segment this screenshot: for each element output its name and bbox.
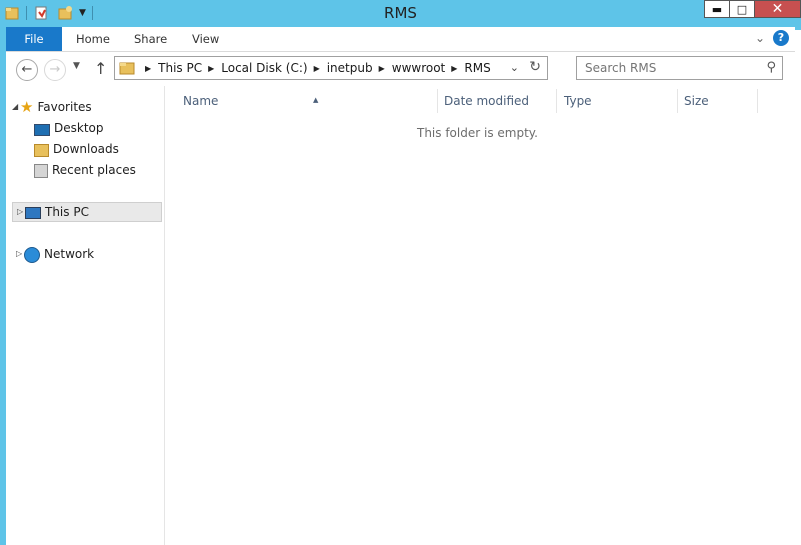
file-list[interactable]: ▲ Name Date modified Type Size This fold… [165, 86, 795, 545]
chevron-right-icon[interactable]: ▶ [379, 64, 385, 73]
column-header-label: Name [183, 94, 219, 108]
breadcrumb-wwwroot[interactable]: wwwroot [392, 61, 446, 75]
tree-item-label: This PC [45, 205, 89, 219]
close-button[interactable]: ✕ [754, 0, 801, 18]
close-icon: ✕ [771, 1, 784, 17]
recent-places-icon [34, 164, 48, 178]
chevron-down-icon[interactable]: ◢ [12, 97, 20, 117]
recent-locations-dropdown[interactable]: ▼ [73, 61, 80, 71]
search-input[interactable] [577, 57, 765, 79]
navigation-bar: ← → ▼ ↑ ▶ This PC ▶ Local Disk (C:) ▶ in… [6, 52, 795, 86]
sort-ascending-icon: ▲ [313, 96, 319, 104]
maximize-button[interactable]: □ [729, 0, 755, 18]
address-bar[interactable]: ▶ This PC ▶ Local Disk (C:) ▶ inetpub ▶ … [114, 56, 548, 80]
column-header-date-modified[interactable]: Date modified [436, 89, 557, 113]
column-header-type[interactable]: Type [556, 89, 678, 113]
downloads-icon [34, 144, 49, 157]
search-icon[interactable]: ⚲ [766, 60, 776, 75]
tree-item-desktop[interactable]: Desktop [34, 118, 104, 138]
tab-file[interactable]: File [6, 27, 62, 51]
column-header-name[interactable]: ▲ Name [175, 89, 438, 113]
tree-item-label: Recent places [52, 163, 136, 177]
tree-item-recent-places[interactable]: Recent places [34, 160, 136, 180]
computer-icon [25, 207, 41, 219]
forward-icon: → [49, 62, 61, 77]
chevron-right-icon[interactable]: ▶ [451, 64, 457, 73]
refresh-icon[interactable]: ↻ [529, 59, 541, 75]
tab-home[interactable]: Home [76, 27, 110, 51]
breadcrumb: ▶ This PC ▶ Local Disk (C:) ▶ inetpub ▶ … [139, 57, 491, 79]
folder-icon [119, 61, 135, 75]
forward-button[interactable]: → [44, 59, 66, 81]
tree-item-label: Favorites [37, 100, 92, 114]
explorer-window: ▼ RMS ▬ □ ✕ File Home Share View ⌄ ? ← →… [0, 0, 801, 545]
chevron-right-icon[interactable]: ▶ [145, 64, 151, 73]
title-bar[interactable]: ▼ RMS ▬ □ ✕ [0, 0, 801, 26]
breadcrumb-this-pc[interactable]: This PC [158, 61, 202, 75]
chevron-right-icon[interactable]: ▷ [16, 244, 24, 264]
breadcrumb-local-disk[interactable]: Local Disk (C:) [221, 61, 307, 75]
ribbon: File Home Share View ⌄ ? [6, 27, 795, 52]
column-header-label: Date modified [444, 94, 530, 108]
search-box[interactable]: ⚲ [576, 56, 783, 80]
tree-item-label: Network [44, 247, 95, 261]
address-dropdown-icon[interactable]: ⌄ [510, 61, 519, 74]
tab-view[interactable]: View [192, 27, 219, 51]
network-icon [24, 246, 40, 263]
back-icon: ← [21, 62, 33, 77]
up-icon[interactable]: ↑ [94, 59, 107, 78]
tree-item-label: Desktop [54, 121, 104, 135]
window-title: RMS [384, 4, 417, 22]
chevron-right-icon[interactable]: ▶ [314, 64, 320, 73]
empty-folder-message: This folder is empty. [417, 126, 538, 140]
desktop-icon [34, 123, 50, 136]
breadcrumb-inetpub[interactable]: inetpub [327, 61, 373, 75]
tree-item-this-pc[interactable]: ▷ This PC [12, 202, 162, 222]
maximize-icon: □ [736, 2, 748, 16]
minimize-icon: ▬ [711, 2, 723, 16]
chevron-right-icon[interactable]: ▷ [17, 202, 25, 222]
expand-ribbon-icon[interactable]: ⌄ [755, 31, 765, 45]
tree-item-downloads[interactable]: Downloads [34, 139, 119, 159]
tree-item-favorites[interactable]: ◢ ★ Favorites [12, 97, 92, 117]
window-edge [795, 30, 801, 545]
column-header-label: Size [684, 94, 709, 108]
minimize-button[interactable]: ▬ [704, 0, 730, 18]
column-header-size[interactable]: Size [676, 89, 758, 113]
chevron-right-icon[interactable]: ▶ [208, 64, 214, 73]
tab-share[interactable]: Share [134, 27, 167, 51]
tree-item-network[interactable]: ▷ Network [16, 244, 94, 264]
column-header-label: Type [564, 94, 592, 108]
tree-item-label: Downloads [53, 142, 119, 156]
breadcrumb-rms[interactable]: RMS [464, 61, 490, 75]
help-icon[interactable]: ? [773, 30, 789, 46]
star-icon: ★ [20, 98, 34, 116]
window-controls: ▬ □ ✕ [704, 0, 801, 18]
navigation-pane: ◢ ★ Favorites Desktop Downloads Recent p… [6, 86, 165, 545]
back-button[interactable]: ← [16, 59, 38, 81]
